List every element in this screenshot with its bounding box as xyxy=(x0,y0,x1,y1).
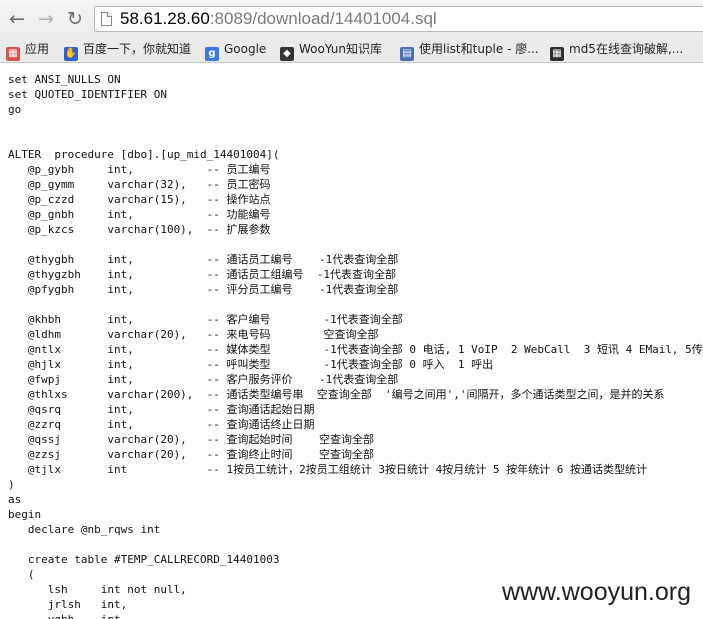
bookmark-label: WooYun知识库 xyxy=(299,42,383,56)
md5-icon: ▦ xyxy=(550,47,564,61)
forward-arrow-icon[interactable]: → xyxy=(35,8,57,30)
page-icon: ▤ xyxy=(400,47,414,61)
code-line: @p_czzd varchar(15), -- 操作站点 xyxy=(8,193,271,206)
wooyun-watermark: www.wooyun.org xyxy=(502,578,691,606)
code-line: ygbh int, xyxy=(8,612,703,619)
code-line: create table #TEMP_CALLRECORD_14401003 xyxy=(8,553,280,566)
code-line: ) xyxy=(8,478,15,491)
code-line: @thygbh int, -- 通话员工编号 -1代表查询全部 xyxy=(8,253,399,266)
sql-file-content: set ANSI_NULLS ON set QUOTED_IDENTIFIER O… xyxy=(8,72,703,619)
code-line: @p_gymm varchar(32), -- 员工密码 xyxy=(8,178,271,191)
code-line: @tjlx int -- 1按员工统计，2按员工组统计 3按日统计 4按月统计 … xyxy=(8,463,648,476)
code-line: set ANSI_NULLS ON xyxy=(8,73,121,86)
url-path: :8089/download/14401004.sql xyxy=(209,9,437,28)
bookmark-wooyun[interactable]: ◆ WooYun知识库 xyxy=(280,38,382,62)
code-line: @thygzbh int, -- 通话员工组编号 -1代表查询全部 xyxy=(8,268,397,281)
baidu-paw-icon: ✋ xyxy=(64,47,78,61)
reload-icon[interactable]: ↻ xyxy=(64,8,86,30)
page-icon xyxy=(101,12,112,26)
bookmark-label: 百度一下，你就知道 xyxy=(83,42,192,56)
apps-grid-icon: ▦ xyxy=(6,47,20,61)
code-line: @qsrq int, -- 查询通话起始日期 xyxy=(8,403,315,416)
code-line: @p_gnbh int, -- 功能编号 xyxy=(8,208,271,221)
code-line: declare @nb_rqws int xyxy=(8,523,161,536)
code-line: begin xyxy=(8,508,42,521)
code-line: @hjlx int, -- 呼叫类型 -1代表查询全部 0 呼入 1 呼出 xyxy=(8,358,494,371)
code-line: @ntlx int, -- 媒体类型 -1代表查询全部 0 电话, 1 VoIP… xyxy=(8,343,703,356)
code-line: @pfygbh int, -- 评分员工编号 -1代表查询全部 xyxy=(8,283,399,296)
url-host: 58.61.28.60 xyxy=(120,9,210,28)
code-line: go xyxy=(8,103,22,116)
code-line: @zzrq int, -- 查询通话终止日期 xyxy=(8,418,315,431)
code-line: ALTER procedure [dbo].[up_mid_14401004]( xyxy=(8,148,280,161)
bookmark-label: 应用 xyxy=(25,42,50,56)
bookmark-apps[interactable]: ▦ 应用 xyxy=(6,38,49,62)
code-line: set QUOTED_IDENTIFIER ON xyxy=(8,88,167,101)
code-line: @fwpj int, -- 客户服务评价 -1代表查询全部 xyxy=(8,373,399,386)
code-line: as xyxy=(8,493,22,506)
code-line: @p_gybh int, -- 员工编号 xyxy=(8,163,271,176)
code-line: @qssj varchar(20), -- 查询起始时间 空查询全部 xyxy=(8,433,375,446)
bookmark-label: Google xyxy=(224,42,267,56)
google-icon: g xyxy=(205,47,219,61)
code-line: @ldhm varchar(20), -- 来电号码 空查询全部 xyxy=(8,328,379,341)
bookmark-label: md5在线查询破解,... xyxy=(569,42,684,56)
url-text[interactable]: 58.61.28.60:8089/download/14401004.sql xyxy=(120,9,437,29)
bookmark-label: 使用list和tuple - 廖... xyxy=(419,42,539,56)
code-line: @khbh int, -- 客户编号 -1代表查询全部 xyxy=(8,313,403,326)
code-line: @p_kzcs varchar(100), -- 扩展参数 xyxy=(8,223,271,236)
bookmarks-bar: ▦ 应用 ✋ 百度一下，你就知道 g Google ◆ WooYun知识库 ▤ 使用lis… xyxy=(0,38,703,63)
bookmark-md5[interactable]: ▦ md5在线查询破解,... xyxy=(550,38,683,62)
code-line: @zzsj varchar(20), -- 查询终止时间 空查询全部 xyxy=(8,448,375,461)
wooyun-icon: ◆ xyxy=(280,47,294,61)
code-line: @thlxs varchar(200), -- 通话类型编号串 空查询全部 '编… xyxy=(8,388,665,401)
address-bar[interactable]: 58.61.28.60:8089/download/14401004.sql xyxy=(94,6,703,32)
browser-toolbar: ← → ↻ 58.61.28.60:8089/download/14401004… xyxy=(0,0,703,38)
bookmark-list-tuple[interactable]: ▤ 使用list和tuple - 廖... xyxy=(400,38,539,62)
back-arrow-icon[interactable]: ← xyxy=(6,8,28,30)
bookmark-baidu[interactable]: ✋ 百度一下，你就知道 xyxy=(64,38,191,62)
bookmark-google[interactable]: g Google xyxy=(205,38,266,62)
